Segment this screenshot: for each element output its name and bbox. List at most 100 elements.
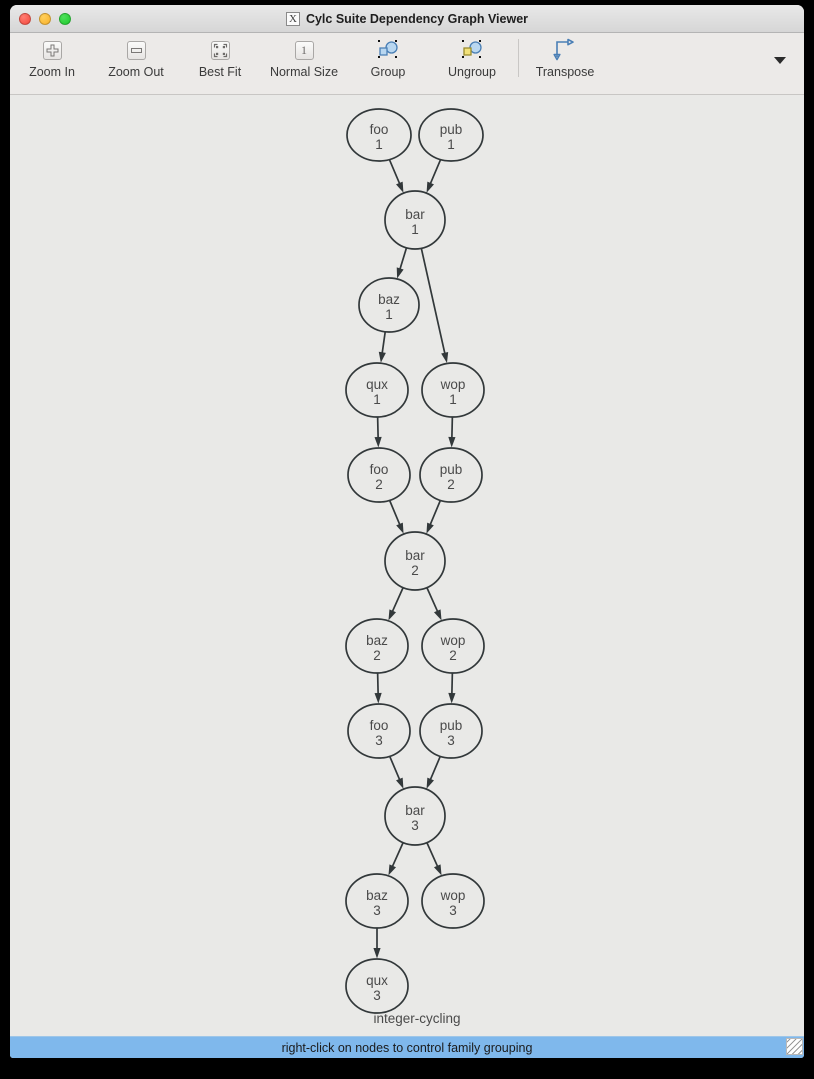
zoom-in-icon: [42, 37, 62, 63]
best-fit-button[interactable]: Best Fit: [178, 37, 262, 79]
graph-node[interactable]: pub1: [418, 108, 484, 162]
maximize-button[interactable]: [59, 12, 71, 25]
graph-edge-arrowhead: [396, 267, 404, 279]
toolbar-separator: [518, 39, 519, 77]
ungroup-icon: [459, 37, 485, 63]
graph-node[interactable]: bar3: [384, 786, 446, 846]
graph-edge-arrowhead: [433, 609, 442, 621]
toolbar: Zoom In Zoom Out Best Fit 1 Normal Size …: [10, 33, 804, 95]
graph-node[interactable]: pub3: [419, 703, 483, 759]
graph-edge-arrowhead: [426, 522, 434, 534]
graph-edge-arrowhead: [448, 436, 456, 448]
ungroup-label: Ungroup: [448, 65, 496, 79]
zoom-out-button[interactable]: Zoom Out: [94, 37, 178, 79]
node-cycle-point: 1: [375, 137, 383, 152]
graph-edge-arrowhead: [441, 351, 449, 364]
graph-edge-arrowhead: [378, 351, 386, 363]
node-task-name: pub: [440, 122, 463, 137]
normal-size-icon: 1: [294, 37, 314, 63]
graph-node[interactable]: pub2: [419, 447, 483, 503]
node-task-name: foo: [370, 462, 389, 477]
graph-node[interactable]: wop2: [421, 618, 485, 674]
graph-edge: [420, 248, 447, 356]
graph-edge: [428, 500, 442, 527]
graph-node[interactable]: qux3: [345, 958, 409, 1014]
node-cycle-point: 1: [447, 137, 455, 152]
node-cycle-point: 2: [447, 477, 455, 492]
graph-edge: [450, 672, 454, 696]
graph-edge-arrowhead: [374, 692, 382, 704]
graph-edge-arrowhead: [433, 864, 442, 876]
graph-edge: [426, 587, 440, 614]
node-task-name: foo: [370, 122, 389, 137]
graph-edge-arrowhead: [426, 777, 434, 789]
node-cycle-point: 2: [449, 648, 457, 663]
node-task-name: baz: [366, 888, 388, 903]
node-task-name: pub: [440, 462, 463, 477]
graph-edge-arrowhead: [373, 948, 381, 959]
zoom-in-button[interactable]: Zoom In: [10, 37, 94, 79]
toolbar-overflow-chevron-down-icon[interactable]: [774, 57, 786, 64]
node-task-name: baz: [378, 292, 400, 307]
graph-node[interactable]: foo2: [347, 447, 411, 503]
graph-node[interactable]: baz2: [345, 618, 409, 674]
graph-edge-arrowhead: [426, 181, 434, 193]
close-button[interactable]: [19, 12, 31, 25]
graph-edge-arrowhead: [374, 436, 382, 448]
transpose-button[interactable]: Transpose: [523, 37, 607, 79]
graph-node[interactable]: wop1: [421, 362, 485, 418]
zoom-out-label: Zoom Out: [108, 65, 164, 79]
graph-edge-arrowhead: [396, 777, 404, 789]
graph-node[interactable]: foo3: [347, 703, 411, 759]
node-cycle-point: 2: [373, 648, 381, 663]
minimize-button[interactable]: [39, 12, 51, 25]
resize-grip[interactable]: [786, 1038, 803, 1055]
normal-size-button[interactable]: 1 Normal Size: [262, 37, 346, 79]
graph-edge-arrowhead: [396, 522, 404, 534]
dependency-graph: foo1pub1bar1baz1qux1wop1foo2pub2bar2baz2…: [345, 108, 485, 1026]
graph-edge: [388, 159, 402, 186]
node-cycle-point: 2: [375, 477, 383, 492]
graph-node[interactable]: bar1: [384, 190, 446, 250]
graph-node[interactable]: baz1: [358, 277, 420, 333]
node-task-name: foo: [370, 718, 389, 733]
zoom-in-label: Zoom In: [29, 65, 75, 79]
normal-size-label: Normal Size: [269, 65, 339, 79]
app-window: X Cylc Suite Dependency Graph Viewer Zoo…: [10, 5, 804, 1058]
node-task-name: bar: [405, 548, 425, 563]
graph-node[interactable]: foo1: [346, 108, 412, 162]
node-cycle-point: 1: [373, 392, 381, 407]
node-cycle-point: 3: [373, 903, 381, 918]
graph-edge-arrowhead: [448, 692, 456, 704]
graph-node[interactable]: wop3: [421, 873, 485, 929]
graph-edge-arrowhead: [396, 181, 404, 193]
group-button[interactable]: Group: [346, 37, 430, 79]
x-window-icon: X: [285, 11, 300, 26]
graph-canvas[interactable]: foo 1 pub 1 bar 1 baz 1 qux 1 wop 1 foo 2 pub 2 bar 2 baz 2…: [10, 95, 804, 1036]
ungroup-button[interactable]: Ungroup: [430, 37, 514, 79]
graph-node[interactable]: bar2: [384, 531, 446, 591]
best-fit-icon: [210, 37, 230, 63]
transpose-label: Transpose: [535, 65, 595, 79]
node-cycle-point: 2: [411, 563, 419, 578]
node-cycle-point: 1: [449, 392, 457, 407]
node-cycle-point: 3: [411, 818, 419, 833]
status-bar: right-click on nodes to control family g…: [10, 1036, 804, 1058]
graph-node[interactable]: qux1: [345, 362, 409, 418]
graph-edge: [376, 416, 380, 440]
node-cycle-point: 1: [385, 307, 393, 322]
window-controls: [19, 12, 71, 25]
graph-edge: [390, 842, 404, 869]
node-task-name: baz: [366, 633, 388, 648]
graph-node[interactable]: baz3: [345, 873, 409, 929]
cluster-label: integer-cycling: [373, 1011, 460, 1026]
graph-edge: [426, 842, 440, 869]
graph-edge: [388, 755, 402, 782]
node-task-name: qux: [366, 973, 388, 988]
node-cycle-point: 3: [447, 733, 455, 748]
graph-edge: [376, 672, 380, 696]
node-cycle-point: 3: [375, 733, 383, 748]
graph-edge: [390, 587, 404, 614]
group-label: Group: [370, 65, 406, 79]
node-task-name: bar: [405, 803, 425, 818]
